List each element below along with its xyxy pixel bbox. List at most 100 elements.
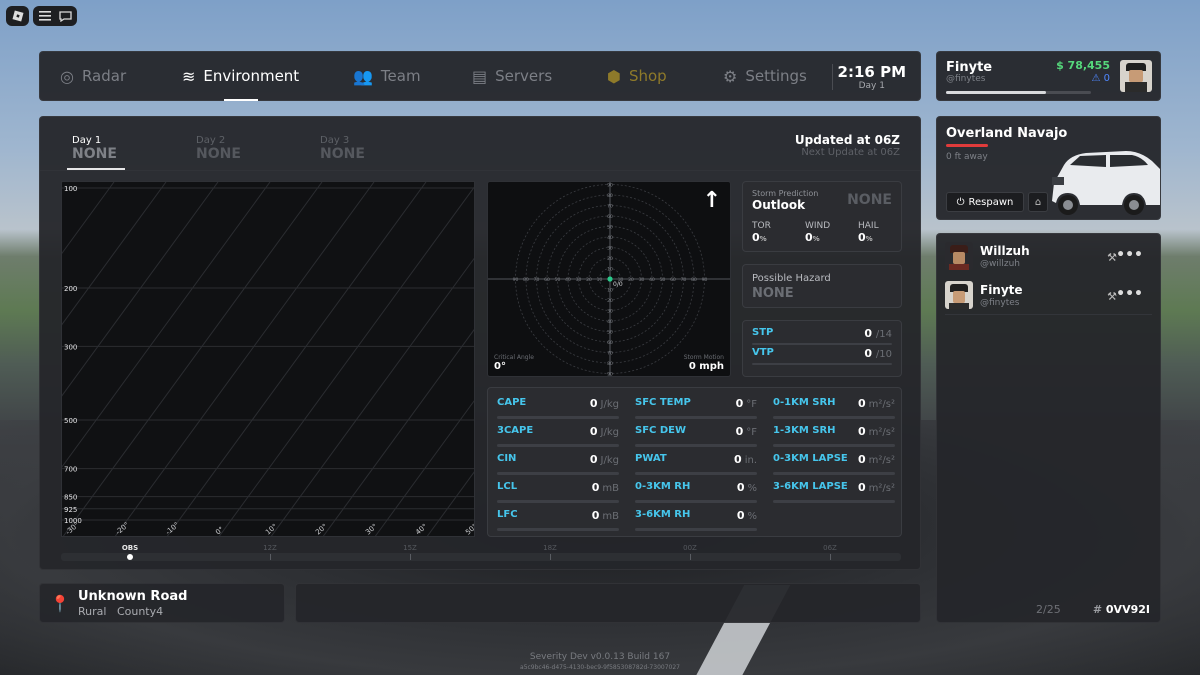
timeline-label[interactable]: 18Z [543,544,557,552]
user-xp-bar [946,91,1091,94]
location-sub: Rural County4 [78,605,163,618]
tab-settings[interactable]: ⚙ Settings [723,51,807,101]
location-card: 📍 Unknown Road Rural County4 [39,583,285,623]
param-number: 0 [736,481,745,494]
build-id: a5c9bc46-d475-4130-bec9-9f585308782d-730… [520,664,680,671]
tab-radar[interactable]: ◎ Radar [60,51,126,101]
hodograph-ring-label: 40 [607,319,613,325]
wind-label: WIND [805,221,831,231]
vtp-number: 0 [864,347,873,360]
hodograph-ring-label: 40 [649,277,655,283]
list-item[interactable]: Finyte @finytes ⚒ ••• [945,281,1153,315]
param-label: 3-6KM LAPSE [773,481,848,492]
environment-panel: Day 1 NONE Day 2 NONE Day 3 NONE Updated… [39,116,921,570]
skew-t-temp-label: -10° [164,521,181,537]
skew-t-pressure-label: 925 [64,506,77,514]
wind-value: 0% [805,231,820,244]
shop-icon: ⬢ [607,66,621,86]
stp-label: STP [752,327,774,338]
param-unit: m²/s² [868,455,895,466]
param-bar [635,500,757,503]
storm-prediction-title: Outlook [752,198,806,212]
param-bar [773,500,895,503]
day-value: NONE [320,146,365,162]
tab-environment[interactable]: ≋ Environment [182,51,299,101]
param-lcl: LCL 0 mB [497,479,619,503]
hodograph-svg: 1010101020202020303030304040404050505050… [488,182,730,376]
game-clock: 2:16 PM Day 1 [838,63,906,91]
list-item[interactable]: Willzuh @willzuh ⚒ ••• [945,242,1153,276]
param-label: CAPE [497,397,527,408]
param-value: 0 m²/s² [858,425,895,438]
radar-icon: ◎ [60,66,74,86]
param-number: 0 [591,509,600,522]
update-info: Updated at 06Z Next Update at 06Z [795,133,900,158]
timeline-label[interactable]: 12Z [263,544,277,552]
respawn-button[interactable]: ⏻ Respawn [946,192,1024,212]
tab-day-3[interactable]: Day 3 NONE [320,135,365,162]
tab-shop[interactable]: ⬢ Shop [607,51,667,101]
server-code-hash: # [1092,603,1103,616]
user-money: $ 78,455 [1056,59,1110,72]
possible-hazard-value: NONE [752,286,794,301]
param-unit: % [747,511,757,522]
menu-icon[interactable] [38,11,51,21]
param-bar [497,528,619,531]
garage-button[interactable]: ⌂ [1028,192,1048,212]
chat-icon[interactable] [58,10,72,22]
player-name: Finyte [980,283,1023,297]
param-value: 0 °F [736,397,757,410]
county-name: County4 [116,605,164,618]
timeline-handle[interactable] [127,554,133,560]
wind-number: 0 [805,231,813,244]
param-unit: in. [744,455,757,466]
composite-indices-card: STP 0 /14 VTP 0 /10 [742,320,902,377]
hodograph-ring-label: 30 [639,277,645,283]
hodograph-ring-label: 80 [607,193,613,199]
skew-t-pressure-label: 200 [64,285,77,293]
divider [40,170,920,171]
critical-angle: Critical Angle 0° [494,354,534,372]
param-unit: J/kg [600,427,619,438]
skew-t-temp-label: 40° [414,522,429,536]
tab-servers[interactable]: ▤ Servers [472,51,552,101]
vtp-label: VTP [752,347,774,358]
player-handle: @finytes [980,298,1020,308]
stp-row: STP 0 /14 [752,325,892,345]
timeline-label[interactable]: 00Z [683,544,697,552]
param-bar [497,500,619,503]
param-label: LFC [497,509,518,520]
tab-day-2[interactable]: Day 2 NONE [196,135,241,162]
possible-hazard-card: Possible Hazard NONE [742,264,902,308]
next-update: Next Update at 06Z [801,147,900,158]
param-value: 0 m²/s² [858,397,895,410]
param-value: 0 mB [592,509,619,522]
avatar [945,281,973,309]
storm-prediction-card: Storm Prediction Outlook NONE TOR 0% WIN… [742,181,902,252]
server-code-value: 0VV92I [1105,603,1150,616]
more-options-icon[interactable]: ••• [1116,286,1143,302]
more-options-icon[interactable]: ••• [1116,247,1143,263]
skew-t-temp-label: 0° [214,525,225,536]
timeline-label[interactable]: 06Z [823,544,837,552]
hail-label: HAIL [858,221,879,231]
timeline-label-obs[interactable]: OBS [122,544,138,552]
tab-day-1[interactable]: Day 1 NONE [72,135,117,162]
forecast-timeline-slider[interactable] [61,553,901,561]
hodograph-ring-label: 10 [607,267,613,273]
param-label: 0-3KM RH [635,481,691,492]
param-number: 0 [589,397,598,410]
skew-t-temp-label: 10° [264,522,279,536]
skew-t-temp-label: -20° [114,521,131,537]
tab-team[interactable]: 👥 Team [353,51,421,101]
menu-chat-buttons [33,6,77,26]
timeline-label[interactable]: 15Z [403,544,417,552]
param-sfc-dew: SFC DEW 0 °F [635,423,757,447]
roblox-menu-button[interactable] [6,6,29,26]
avatar [945,242,973,270]
skew-t-temp-label: 50° [464,522,475,536]
vehicle-image [1052,151,1160,215]
skew-t-svg: 1002003005007008509251000 -30° -20° -10° 0°… [62,182,475,537]
param-value: 0 m²/s² [858,481,895,494]
skew-t-isotherm [426,471,474,536]
